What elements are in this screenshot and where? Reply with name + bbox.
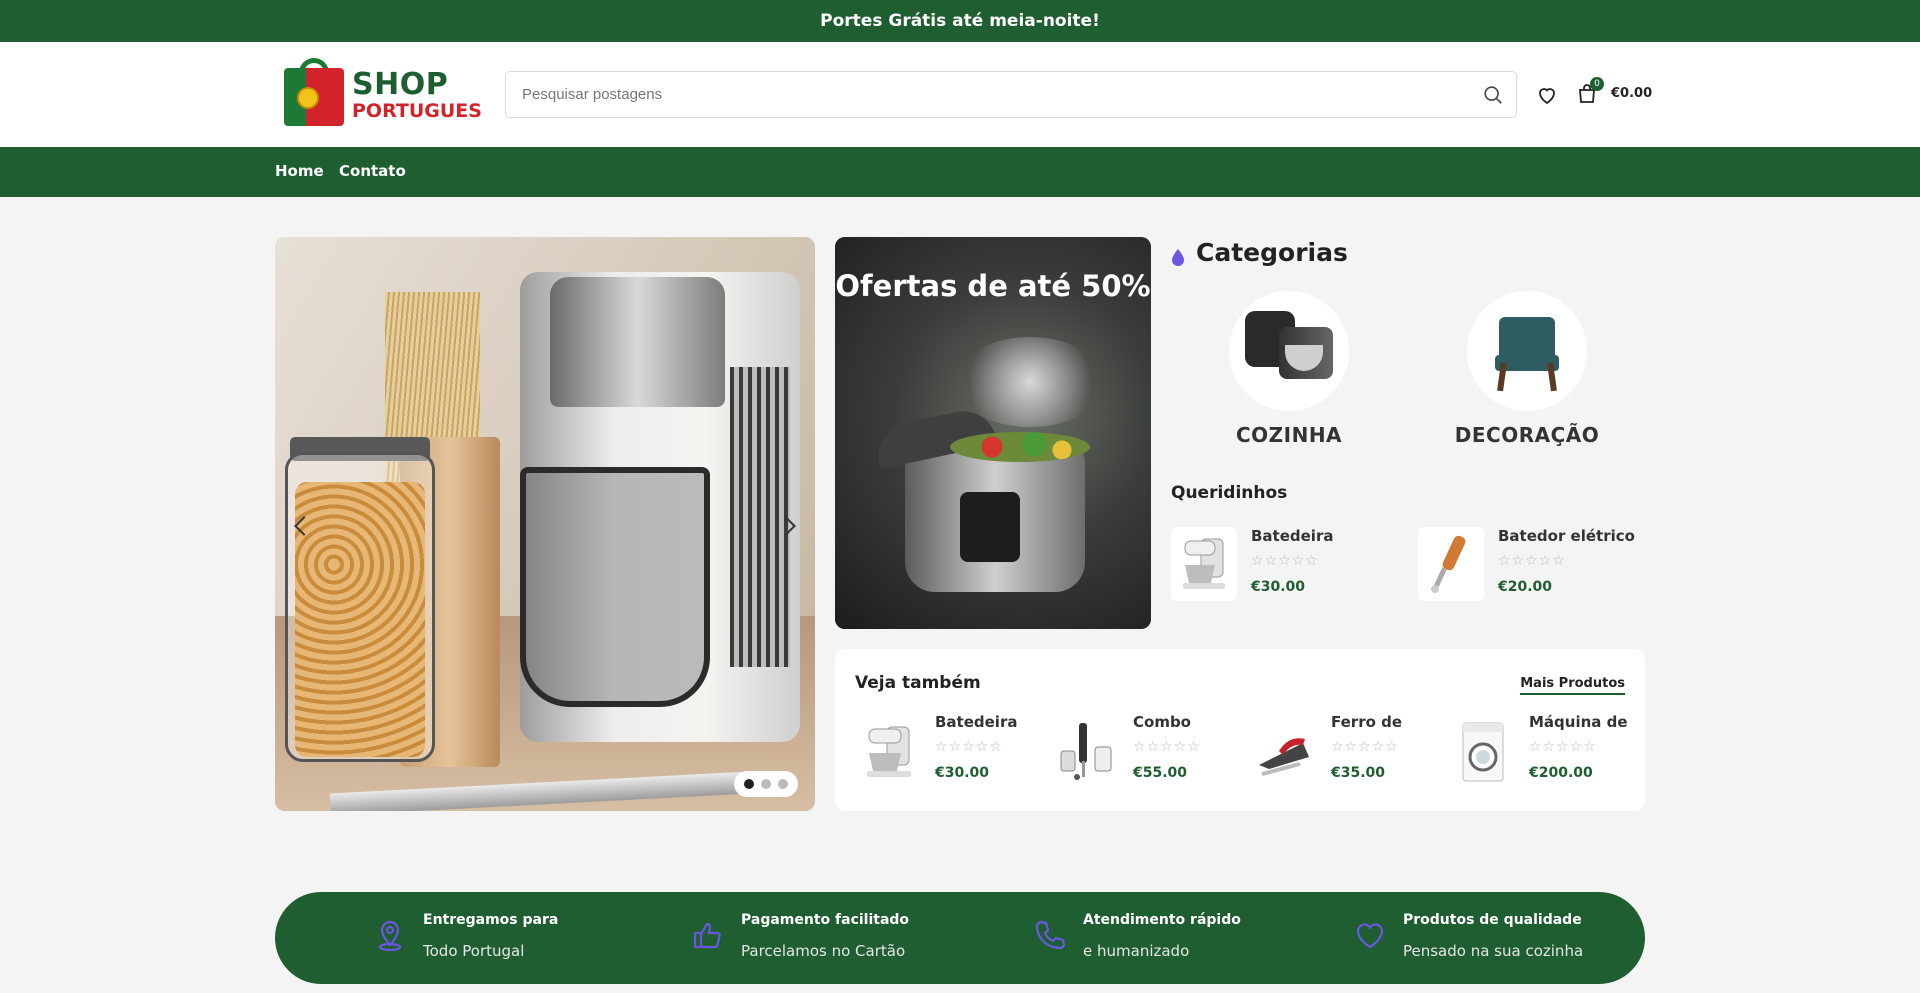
- slider-dot-2[interactable]: [761, 779, 771, 789]
- search-icon[interactable]: [1482, 84, 1504, 106]
- nav-item-home[interactable]: Home: [275, 162, 324, 180]
- promo-title: Ofertas de até 50%: [835, 269, 1151, 303]
- product-price: €35.00: [1331, 765, 1386, 781]
- see-also-product-3[interactable]: Ferro de ☆☆☆☆☆ €35.00: [1249, 713, 1444, 793]
- cart-count-badge: 0: [1590, 77, 1604, 91]
- wishlist-heart-icon[interactable]: [1535, 83, 1559, 107]
- feature-title: Atendimento rápido: [1083, 912, 1241, 928]
- product-price: €20.00: [1498, 579, 1553, 595]
- product-thumbnail[interactable]: [1447, 717, 1517, 787]
- feature-title: Entregamos para: [423, 912, 559, 928]
- product-price: €200.00: [1529, 765, 1593, 781]
- product-name[interactable]: Ferro de: [1331, 713, 1402, 731]
- heart-icon: [1356, 923, 1384, 949]
- hero-slider: [275, 237, 815, 811]
- see-also-product-2[interactable]: Combo ☆☆☆☆☆ €55.00: [1051, 713, 1246, 793]
- star-rating: ☆☆☆☆☆: [1498, 553, 1566, 569]
- slider-dots: [734, 771, 798, 797]
- category-cozinha-image: [1229, 291, 1349, 411]
- see-also-section: Veja também Mais Produtos Batedeira ☆☆☆☆…: [835, 649, 1645, 811]
- product-price: €55.00: [1133, 765, 1188, 781]
- logo-text-shop: SHOP: [352, 67, 449, 102]
- product-price: €30.00: [935, 765, 990, 781]
- product-thumbnail[interactable]: [1171, 527, 1237, 601]
- cart-total[interactable]: €0.00: [1611, 86, 1652, 101]
- favorite-product-1[interactable]: Batedeira ☆☆☆☆☆ €30.00: [1171, 527, 1401, 603]
- logo-text-portugues: PORTUGUES: [352, 100, 482, 122]
- product-thumbnail[interactable]: [1249, 717, 1319, 787]
- phone-icon: [1035, 920, 1066, 950]
- main-nav: Home Contato: [0, 147, 1920, 197]
- star-rating: ☆☆☆☆☆: [1133, 739, 1201, 755]
- product-name[interactable]: Máquina de: [1529, 713, 1628, 731]
- slider-dot-3[interactable]: [778, 779, 788, 789]
- feature-title: Pagamento facilitado: [741, 912, 910, 928]
- feature-subtitle: Parcelamos no Cartão: [741, 942, 906, 960]
- site-header: SHOP PORTUGUES 0 €0.00: [0, 42, 1920, 147]
- category-cozinha[interactable]: COZINHA: [1209, 291, 1369, 447]
- slider-dot-1[interactable]: [744, 779, 754, 789]
- star-rating: ☆☆☆☆☆: [1529, 739, 1597, 755]
- drop-icon: [1172, 249, 1184, 266]
- site-logo[interactable]: SHOP PORTUGUES: [284, 58, 482, 130]
- star-rating: ☆☆☆☆☆: [1331, 739, 1399, 755]
- product-thumbnail[interactable]: [1418, 527, 1484, 601]
- search-input[interactable]: [506, 72, 1446, 117]
- feature-subtitle: Pensado na sua cozinha: [1403, 942, 1584, 960]
- product-name[interactable]: Batedor elétrico: [1498, 527, 1635, 545]
- product-name[interactable]: Combo: [1133, 713, 1191, 731]
- see-also-product-1[interactable]: Batedeira ☆☆☆☆☆ €30.00: [853, 713, 1048, 793]
- product-thumbnail[interactable]: [853, 717, 923, 787]
- see-also-title: Veja também: [855, 673, 981, 693]
- favorite-product-2[interactable]: Batedor elétrico ☆☆☆☆☆ €20.00: [1418, 527, 1648, 603]
- category-cozinha-label: COZINHA: [1235, 423, 1343, 447]
- see-also-product-4[interactable]: Máquina de ☆☆☆☆☆ €200.00: [1447, 713, 1642, 793]
- star-rating: ☆☆☆☆☆: [1251, 553, 1319, 569]
- favorites-title: Queridinhos: [1171, 483, 1288, 503]
- feature-title: Produtos de qualidade: [1403, 912, 1582, 928]
- star-rating: ☆☆☆☆☆: [935, 739, 1003, 755]
- search-box: [505, 71, 1517, 118]
- category-decoracao-label: DECORAÇÃO: [1454, 423, 1600, 447]
- shopping-bag-icon: [284, 68, 344, 126]
- location-pin-icon: [378, 920, 402, 952]
- categories-title: Categorias: [1196, 238, 1348, 267]
- feature-subtitle: e humanizado: [1083, 942, 1190, 960]
- nav-item-contato[interactable]: Contato: [339, 162, 406, 180]
- category-decoracao[interactable]: DECORAÇÃO: [1447, 291, 1607, 447]
- category-decoracao-image: [1467, 291, 1587, 411]
- announcement-text: Portes Grátis até meia-noite!: [820, 11, 1100, 31]
- more-products-link[interactable]: Mais Produtos: [1520, 676, 1625, 695]
- product-price: €30.00: [1251, 579, 1306, 595]
- thumbs-up-icon: [693, 922, 721, 949]
- announcement-bar: Portes Grátis até meia-noite!: [0, 0, 1920, 42]
- product-name[interactable]: Batedeira: [935, 713, 1017, 731]
- features-band: Entregamos para Todo Portugal Pagamento …: [275, 892, 1645, 984]
- promo-banner[interactable]: Ofertas de até 50%: [835, 237, 1151, 629]
- product-name[interactable]: Batedeira: [1251, 527, 1333, 545]
- feature-subtitle: Todo Portugal: [423, 942, 525, 960]
- product-thumbnail[interactable]: [1051, 717, 1121, 787]
